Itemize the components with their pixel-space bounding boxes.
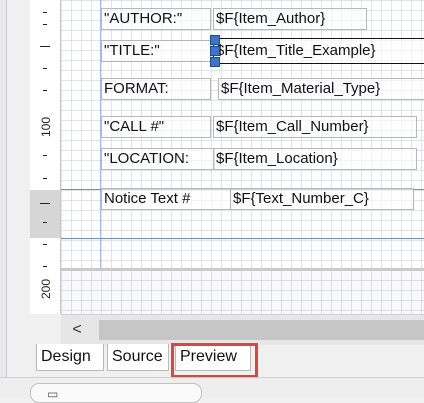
resize-handle-icon[interactable] [210, 57, 220, 67]
format-label-field[interactable]: FORMAT: [101, 78, 211, 100]
format-value-field[interactable]: $F{Item_Material_Type} [218, 78, 424, 100]
ruler-tick [43, 244, 47, 245]
ruler-tick [43, 90, 47, 91]
resize-handle-icon[interactable] [210, 46, 220, 56]
outer-panel-edge [0, 0, 7, 396]
location-value-field[interactable]: $F{Item_Location} [213, 148, 417, 170]
bottom-panel: ▭ [0, 377, 424, 403]
author-label-field[interactable]: "AUTHOR:" [101, 8, 211, 30]
ruler-tick [43, 222, 47, 223]
tab-source[interactable]: Source [107, 344, 169, 371]
ruler-tick [43, 12, 47, 13]
scrollbar-thumb[interactable] [99, 320, 424, 340]
band-guide-line [61, 238, 424, 239]
title-label-field[interactable]: "TITLE:" [101, 40, 211, 62]
ruler-tick [43, 68, 47, 69]
call-number-value-field[interactable]: $F{Item_Call_Number} [213, 116, 417, 138]
title-value-field[interactable]: $F{Item_Title_Example} [213, 38, 424, 64]
ruler-label-200: 200 [39, 278, 53, 299]
chevron-left-icon[interactable]: < [67, 319, 87, 341]
ruler-tick [40, 203, 50, 204]
notice-text-value-field[interactable]: $F{Text_Number_C} [230, 188, 414, 210]
notice-text-label-field[interactable]: Notice Text # [101, 188, 231, 210]
author-value-field[interactable]: $F{Item_Author} [213, 8, 367, 30]
ruler-tick [43, 178, 47, 179]
horizontal-scrollbar[interactable]: < [61, 314, 424, 345]
ruler-label-100: 100 [39, 116, 53, 137]
ruler-tick [43, 155, 47, 156]
tab-design[interactable]: Design [36, 344, 104, 371]
ruler-tick [40, 46, 50, 47]
ruler-highlight-band [30, 190, 60, 238]
ruler-tick [43, 266, 47, 267]
resize-handle-icon[interactable] [210, 35, 220, 45]
bottom-tab[interactable]: ▭ [30, 383, 202, 403]
document-icon: ▭ [47, 387, 59, 401]
location-label-field[interactable]: "LOCATION: [101, 148, 215, 170]
vertical-ruler: 100 200 [30, 0, 61, 314]
call-number-label-field[interactable]: "CALL #" [101, 116, 211, 138]
preview-tab-highlight [171, 343, 258, 378]
ruler-tick [43, 24, 47, 25]
page-edge [61, 268, 424, 271]
